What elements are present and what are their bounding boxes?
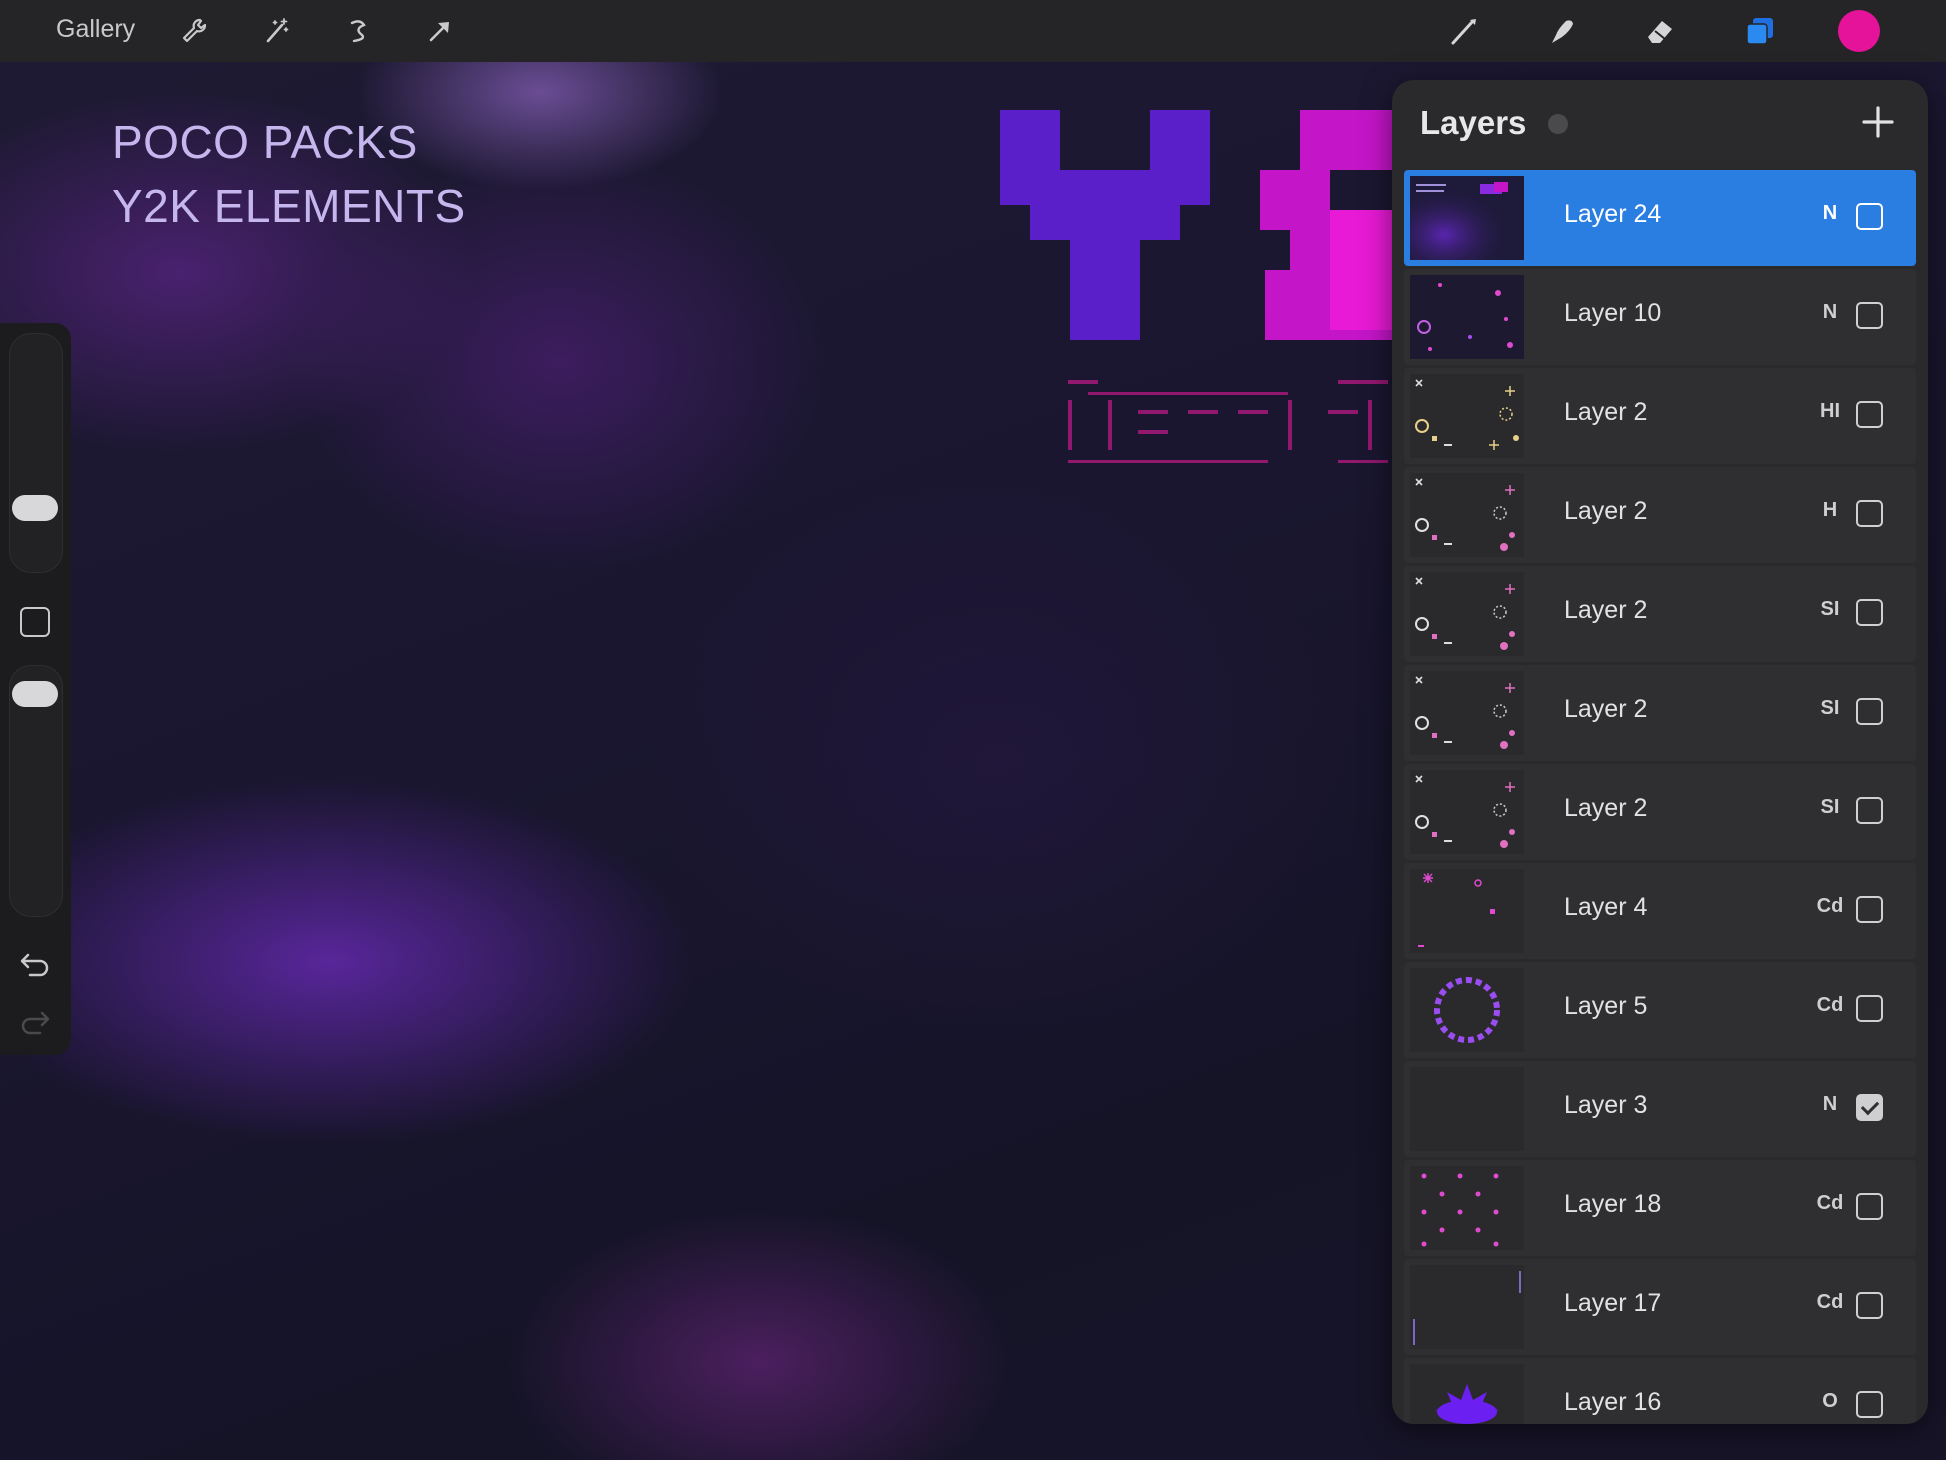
layers-panel-title: Layers <box>1420 104 1527 141</box>
layer-thumbnail[interactable] <box>1410 572 1524 656</box>
left-sidebar <box>0 323 71 1055</box>
layer-blend-mode[interactable]: N <box>1800 1093 1860 1116</box>
layer-row[interactable]: Layer 17 Cd <box>1404 1259 1916 1355</box>
layer-visibility-checkbox[interactable] <box>1856 401 1883 428</box>
layer-row[interactable]: Layer 24 N <box>1404 170 1916 266</box>
layer-visibility-checkbox[interactable] <box>1856 698 1883 725</box>
layer-visibility-checkbox[interactable] <box>1856 1193 1883 1220</box>
layer-thumbnail[interactable] <box>1410 1265 1524 1349</box>
layer-row[interactable]: Layer 2 SI <box>1404 665 1916 761</box>
layer-visibility-checkbox[interactable] <box>1856 203 1883 230</box>
layer-blend-mode[interactable]: SI <box>1800 598 1860 621</box>
layer-name: Layer 2 <box>1564 497 1648 525</box>
layer-thumbnail[interactable] <box>1410 1067 1524 1151</box>
decor-dotted-text <box>1068 380 1388 463</box>
layer-blend-mode[interactable]: N <box>1800 301 1860 324</box>
layer-thumbnail[interactable] <box>1410 671 1524 755</box>
poster-title-line1: POCO PACKS <box>112 116 418 168</box>
layer-visibility-checkbox[interactable] <box>1856 599 1883 626</box>
layer-visibility-checkbox[interactable] <box>1856 797 1883 824</box>
layer-row[interactable]: Layer 2 H <box>1404 467 1916 563</box>
layer-visibility-checkbox[interactable] <box>1856 995 1883 1022</box>
layer-row[interactable]: Layer 4 Cd <box>1404 863 1916 959</box>
layer-row[interactable]: Layer 18 Cd <box>1404 1160 1916 1256</box>
gallery-button[interactable]: Gallery <box>56 15 135 44</box>
layer-list: Layer 24 N Layer 10 N Layer 2 HI Layer 2 H Layer… <box>1404 170 1916 1424</box>
layer-blend-mode[interactable]: Cd <box>1800 1291 1860 1314</box>
layer-thumbnail[interactable] <box>1410 473 1524 557</box>
layer-blend-mode[interactable]: Cd <box>1800 994 1860 1017</box>
layer-name: Layer 5 <box>1564 992 1648 1020</box>
layer-name: Layer 24 <box>1564 200 1662 228</box>
layer-blend-mode[interactable]: HI <box>1800 400 1860 423</box>
layer-blend-mode[interactable]: H <box>1800 499 1860 522</box>
brush-size-thumb[interactable] <box>12 495 58 521</box>
layer-visibility-checkbox[interactable] <box>1856 896 1883 923</box>
layer-name: Layer 3 <box>1564 1091 1648 1119</box>
layer-row[interactable]: Layer 5 Cd <box>1404 962 1916 1058</box>
layer-row[interactable]: Layer 2 HI <box>1404 368 1916 464</box>
wrench-icon[interactable] <box>176 13 212 49</box>
layer-row[interactable]: Layer 3 N <box>1404 1061 1916 1157</box>
layer-visibility-checkbox[interactable] <box>1856 1094 1883 1121</box>
layer-blend-mode[interactable]: Cd <box>1800 895 1860 918</box>
selection-icon[interactable] <box>340 13 376 49</box>
layer-thumbnail[interactable] <box>1410 869 1524 953</box>
pixel-y2k-artwork <box>1000 110 1392 340</box>
layer-name: Layer 18 <box>1564 1190 1662 1218</box>
layers-panel: Layers Layer 24 N Layer 10 N Layer 2 HI Layer … <box>1392 80 1928 1424</box>
layer-visibility-checkbox[interactable] <box>1856 500 1883 527</box>
layer-name: Layer 2 <box>1564 794 1648 822</box>
layer-name: Layer 2 <box>1564 596 1648 624</box>
layer-visibility-checkbox[interactable] <box>1856 1391 1883 1418</box>
top-toolbar: Gallery <box>0 0 1946 62</box>
transform-arrow-icon[interactable] <box>422 13 458 49</box>
layer-thumbnail[interactable] <box>1410 1364 1524 1424</box>
smudge-icon[interactable] <box>1544 13 1580 49</box>
poster-title: POCO PACKS Y2K ELEMENTS <box>112 110 466 238</box>
layer-row[interactable]: Layer 2 SI <box>1404 764 1916 860</box>
layer-name: Layer 17 <box>1564 1289 1662 1317</box>
layer-thumbnail[interactable] <box>1410 968 1524 1052</box>
layer-name: Layer 4 <box>1564 893 1648 921</box>
layer-thumbnail[interactable] <box>1410 275 1524 359</box>
layer-name: Layer 2 <box>1564 398 1648 426</box>
redo-icon[interactable] <box>18 1003 52 1037</box>
layer-visibility-checkbox[interactable] <box>1856 1292 1883 1319</box>
add-layer-button[interactable] <box>1856 100 1900 144</box>
layer-thumbnail[interactable] <box>1410 374 1524 458</box>
layer-row[interactable]: Layer 10 N <box>1404 269 1916 365</box>
layer-blend-mode[interactable]: O <box>1800 1390 1860 1413</box>
brush-size-slider[interactable] <box>9 333 63 573</box>
magic-wand-icon[interactable] <box>258 13 294 49</box>
layer-name: Layer 2 <box>1564 695 1648 723</box>
layer-row[interactable]: Layer 2 SI <box>1404 566 1916 662</box>
poster-title-line2: Y2K ELEMENTS <box>112 180 466 232</box>
opacity-slider[interactable] <box>9 665 63 917</box>
opacity-thumb[interactable] <box>12 681 58 707</box>
brush-icon[interactable] <box>1446 13 1482 49</box>
undo-icon[interactable] <box>18 945 52 979</box>
layer-blend-mode[interactable]: N <box>1800 202 1860 225</box>
modify-button[interactable] <box>20 607 50 637</box>
eraser-icon[interactable] <box>1642 13 1678 49</box>
layer-blend-mode[interactable]: SI <box>1800 697 1860 720</box>
layer-row[interactable]: Layer 16 O <box>1404 1358 1916 1424</box>
color-picker-button[interactable] <box>1838 10 1880 52</box>
layer-thumbnail[interactable] <box>1410 770 1524 854</box>
layer-visibility-checkbox[interactable] <box>1856 302 1883 329</box>
layer-thumbnail[interactable] <box>1410 176 1524 260</box>
layer-name: Layer 10 <box>1564 299 1662 327</box>
layers-icon[interactable] <box>1742 13 1778 49</box>
layer-thumbnail[interactable] <box>1410 1166 1524 1250</box>
layer-blend-mode[interactable]: SI <box>1800 796 1860 819</box>
layers-info-icon[interactable] <box>1548 114 1568 134</box>
layer-blend-mode[interactable]: Cd <box>1800 1192 1860 1215</box>
layer-name: Layer 16 <box>1564 1388 1662 1416</box>
